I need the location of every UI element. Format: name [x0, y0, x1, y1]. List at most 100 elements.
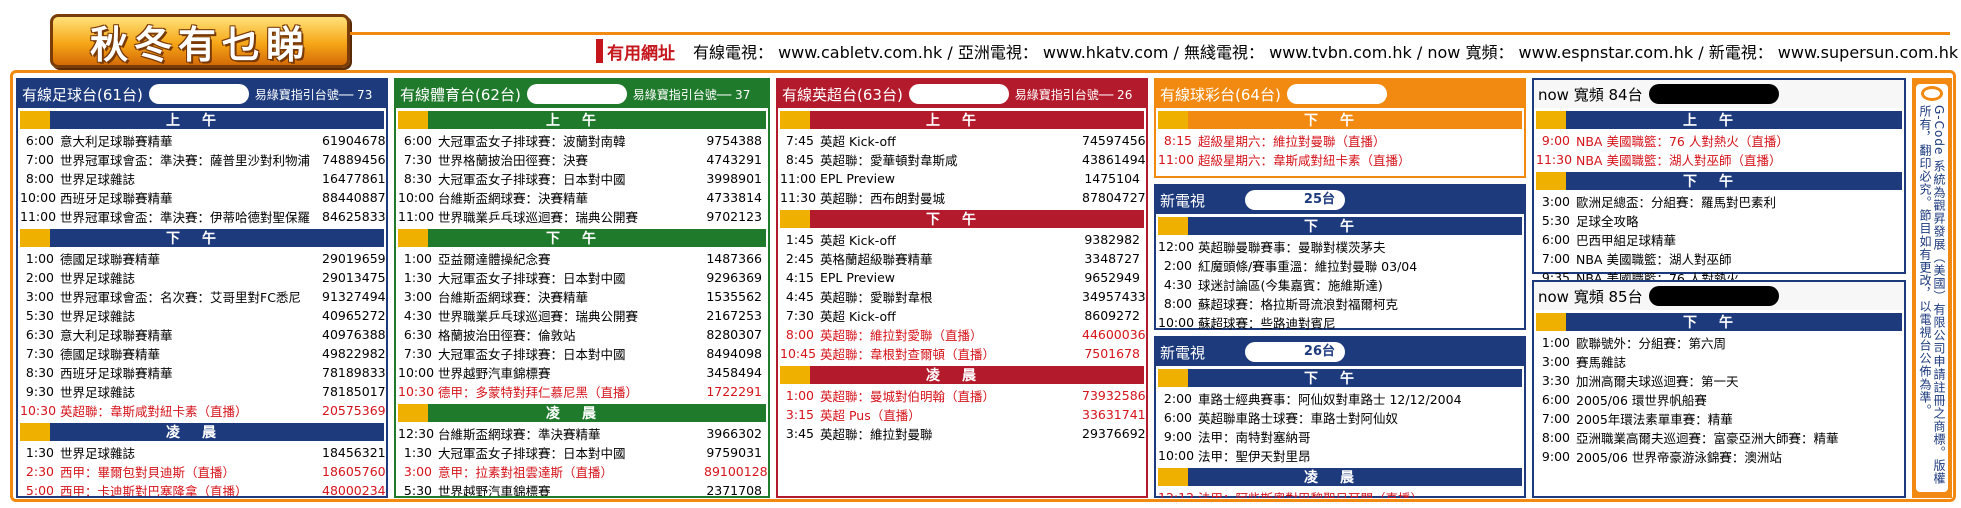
program-row[interactable]: 1:00 德國足球聯賽精華 29019659 — [18, 249, 386, 268]
program-row[interactable]: 8:30 大冠軍盃女子排球賽：日本對中國 3998901 — [396, 169, 768, 188]
program-row[interactable]: 11:30 英超聯：西布朗對曼城 87804727 — [778, 188, 1146, 207]
program-row[interactable]: 5:30 世界越野汽車錦標賽 2371708 — [396, 481, 768, 496]
program-row[interactable]: 7:45 英超 Kick-off 74597456 — [778, 131, 1146, 150]
program-row[interactable]: 7:00 NBA 美國職籃：湖人對巫師 — [1534, 249, 1904, 268]
program-row[interactable]: 1:00 亞益爾達體操紀念賽 1487366 — [396, 249, 768, 268]
channel-search-pill[interactable] — [148, 84, 249, 104]
program-row[interactable]: 9:00 2005/06 世界帝豪游泳錦賽：澳洲站 — [1534, 447, 1904, 466]
program-row[interactable]: 12:00 英超聯曼聯賽事：曼聯對樸茨茅夫 — [1156, 237, 1524, 256]
program-row[interactable]: 8:15 超級星期六：維拉對曼聯（直播） — [1156, 131, 1524, 150]
program-time: 7:30 — [403, 152, 432, 167]
program-row[interactable]: 7:00 世界冠軍球會盃：準決賽：薩普里沙對利物浦 74889456 — [18, 150, 386, 169]
program-row[interactable]: 2:00 車路士經典賽事：阿仙奴對車路士 12/12/2004 — [1156, 389, 1524, 408]
program-row[interactable]: 7:30 英超 Kick-off 8609272 — [778, 306, 1146, 325]
program-title: 球迷討論區(今集嘉賓：施維斯達) — [1198, 278, 1383, 293]
program-row[interactable]: 11:30 NBA 美國職籃：湖人對巫師（直播） — [1534, 150, 1904, 169]
program-title: 台維斯盃網球賽：決賽精華 — [438, 290, 589, 305]
now-84-block: now 寬頻 84台 上午 9:00 NBA 美國職籃：76 人對熱火（直播） 11:3… — [1532, 78, 1906, 286]
program-row[interactable]: 8:00 蘇超球賽：格拉斯哥流浪對福爾柯克 — [1156, 294, 1524, 313]
program-row[interactable]: 6:30 意大利足球聯賽精華 40976388 — [18, 325, 386, 344]
program-row[interactable]: 6:00 意大利足球聯賽精華 61904678 — [18, 131, 386, 150]
program-row[interactable]: 9:00 NBA 美國職籃：76 人對熱火（直播） — [1534, 131, 1904, 150]
program-title: 亞益爾達體操紀念賽 — [438, 252, 551, 267]
program-row[interactable]: 4:30 球迷討論區(今集嘉賓：施維斯達) — [1156, 275, 1524, 294]
program-row[interactable]: 3:00 賽馬雜誌 — [1534, 352, 1904, 371]
useful-links-urls[interactable]: 有線電視： www.cabletv.com.hk / 亞洲電視： www.hka… — [693, 39, 1958, 63]
program-row[interactable]: 4:15 EPL Preview 9652949 — [778, 268, 1146, 287]
program-row[interactable]: 4:30 世界職業乒乓球巡迴賽：瑞典公開賽 2167253 — [396, 306, 768, 325]
program-title: 法甲：聖伊天對里昂 — [1198, 449, 1311, 464]
channel-search-pill[interactable] — [526, 84, 627, 104]
channel-search-pill[interactable] — [1648, 84, 1779, 104]
program-row[interactable]: 12:30 台維斯盃網球賽：準決賽精華 3966302 — [396, 424, 768, 443]
program-row[interactable]: 8:00 世界足球雜誌 16477861 — [18, 169, 386, 188]
program-row[interactable]: 9:00 法甲：南特對塞納哥 — [1156, 427, 1524, 446]
program-row[interactable]: 11:00 世界職業乒乓球巡迴賽：瑞典公開賽 9702123 — [396, 207, 768, 226]
program-row[interactable]: 6:00 2005/06 環世界帆船賽 — [1534, 390, 1904, 409]
program-row[interactable]: 2:00 紅魔頭條/賽事重溫：維拉對曼聯 03/04 — [1156, 256, 1524, 275]
program-row[interactable]: 7:00 2005年環法素單車賽：精華 — [1534, 409, 1904, 428]
program-time: 2:30 — [25, 464, 54, 479]
program-row[interactable]: 11:00 EPL Preview 1475104 — [778, 169, 1146, 188]
program-row[interactable]: 1:00 歐聯號外：分組賽：第六周 — [1534, 333, 1904, 352]
program-row[interactable]: 5:00 西甲：卡迪斯對巴塞隆拿（直播） 48000234 — [18, 481, 386, 496]
program-row[interactable]: 3:00 世界冠軍球會盃：名次賽：艾哥里對FC悉尼 91327494 — [18, 287, 386, 306]
program-code: 3348727 — [1084, 251, 1140, 266]
program-row[interactable]: 7:30 大冠軍盃女子排球賽：日本對中國 8494098 — [396, 344, 768, 363]
program-row[interactable]: 6:30 格蘭披治田徑賽：倫敦站 8280307 — [396, 325, 768, 344]
program-title: 超級星期六：韋斯咸對紐卡素（直播） — [1198, 153, 1411, 168]
program-row[interactable]: 3:00 意甲：拉素對祖雲達斯（直播） 89100128 — [396, 462, 768, 481]
program-row[interactable]: 3:00 台維斯盃網球賽：決賽精華 1535562 — [396, 287, 768, 306]
program-row[interactable]: 8:45 英超聯：愛華頓對韋斯咸 43861494 — [778, 150, 1146, 169]
program-row[interactable]: 3:00 歐洲足總盃：分組賽：羅馬對巴素利 — [1534, 192, 1904, 211]
program-row[interactable]: 10:00 蘇超球賽：些路迪對賓尼 — [1156, 313, 1524, 332]
program-row[interactable]: 10:30 德甲：多蒙特對拜仁慕尼黑（直播） 1722291 — [396, 382, 768, 401]
channel-search-pill[interactable] — [1286, 84, 1387, 104]
program-row[interactable]: 11:00 世界冠軍球會盃：準決賽：伊蒂哈德對聖保羅 84625833 — [18, 207, 386, 226]
channel-header: 有線球彩台(64台) — [1156, 80, 1524, 108]
program-row[interactable]: 2:45 英格蘭超級聯賽精華 3348727 — [778, 249, 1146, 268]
program-row[interactable]: 10:00 世界越野汽車錦標賽 3458494 — [396, 363, 768, 382]
channel-guide: 易綠寶指引台號── 37 — [632, 87, 751, 102]
program-row[interactable]: 10:00 法甲：聖伊天對里昂 — [1156, 446, 1524, 465]
channel-search-pill[interactable] — [908, 84, 1009, 104]
program-row[interactable]: 6:00 大冠軍盃女子排球賽：波蘭對南韓 9754388 — [396, 131, 768, 150]
program-row[interactable]: 8:00 英超聯：維拉對愛聯（直播） 44600036 — [778, 325, 1146, 344]
program-time: 9:30 — [25, 384, 54, 399]
section-header-2: 凌晨 — [20, 423, 384, 441]
program-row[interactable]: 2:00 世界足球雜誌 29013475 — [18, 268, 386, 287]
program-row[interactable]: 1:45 英超 Kick-off 9382982 — [778, 230, 1146, 249]
program-row[interactable]: 1:30 大冠軍盃女子排球賽：日本對中國 9296369 — [396, 268, 768, 287]
program-row[interactable]: 8:00 亞洲職業高爾夫巡迴賽：富豪亞洲大師賽：精華 — [1534, 428, 1904, 447]
program-row[interactable]: 10:00 台維斯盃網球賽：決賽精華 4733814 — [396, 188, 768, 207]
new-tv-25-block: 新電視 25台 下午 12:00 英超聯曼聯賽事：曼聯對樸茨茅夫 2:00 紅魔頭條/賽事重… — [1154, 184, 1526, 332]
channel-search-pill[interactable] — [1648, 286, 1779, 306]
program-row[interactable]: 10:45 英超聯：韋根對查爾頓（直播） 7501678 — [778, 344, 1146, 363]
program-row[interactable]: 4:45 英超聯：愛聯對韋根 34957433 — [778, 287, 1146, 306]
program-time: 8:00 — [1541, 430, 1570, 445]
program-row[interactable]: 6:00 巴西甲組足球精華 — [1534, 230, 1904, 249]
program-row[interactable]: 1:00 英超聯：曼城對伯明翰（直播） 73932586 — [778, 386, 1146, 405]
program-title: 法甲：南特對塞納哥 — [1198, 430, 1311, 445]
program-row[interactable]: 5:30 足球全攻略 — [1534, 211, 1904, 230]
program-row[interactable]: 8:30 西班牙足球聯賽精華 78189833 — [18, 363, 386, 382]
program-row[interactable]: 5:30 世界足球雜誌 40965272 — [18, 306, 386, 325]
program-row[interactable]: 10:30 英超聯：韋斯咸對紐卡素（直播） 20575369 — [18, 401, 386, 420]
program-row[interactable]: 9:30 世界足球雜誌 78185017 — [18, 382, 386, 401]
program-row[interactable]: 1:30 大冠軍盃女子排球賽：日本對中國 9759031 — [396, 443, 768, 462]
program-row[interactable]: 10:00 西班牙足球聯賽精華 88440887 — [18, 188, 386, 207]
section-header-0: 下午 — [1536, 313, 1902, 331]
program-row[interactable]: 7:30 德國足球聯賽精華 49822982 — [18, 344, 386, 363]
program-row[interactable]: 7:30 世界格蘭披治田徑賽：決賽 4743291 — [396, 150, 768, 169]
program-time: 6:00 — [1541, 232, 1570, 247]
program-row[interactable]: 11:00 超級星期六：韋斯咸對紐卡素（直播） — [1156, 150, 1524, 169]
program-row[interactable]: 3:30 加洲高爾夫球巡迴賽：第一天 — [1534, 371, 1904, 390]
program-row[interactable]: 12:12法甲：阿些斯奧對巴黎聖日耳門（直播） — [1156, 488, 1524, 498]
program-time: 11:00 — [398, 209, 435, 224]
program-time: 1:00 — [403, 251, 432, 266]
program-row[interactable]: 2:30 西甲：畢爾包對貝迪斯（直播） 18605760 — [18, 462, 386, 481]
program-row[interactable]: 3:15 英超 Pus（直播） 33631741 — [778, 405, 1146, 424]
program-row[interactable]: 3:45 英超聯：維拉對曼聯 29376692 — [778, 424, 1146, 443]
program-row[interactable]: 1:30 世界足球雜誌 18456321 — [18, 443, 386, 462]
program-row[interactable]: 6:00 英超聯車路士球賽：車路士對阿仙奴 — [1156, 408, 1524, 427]
